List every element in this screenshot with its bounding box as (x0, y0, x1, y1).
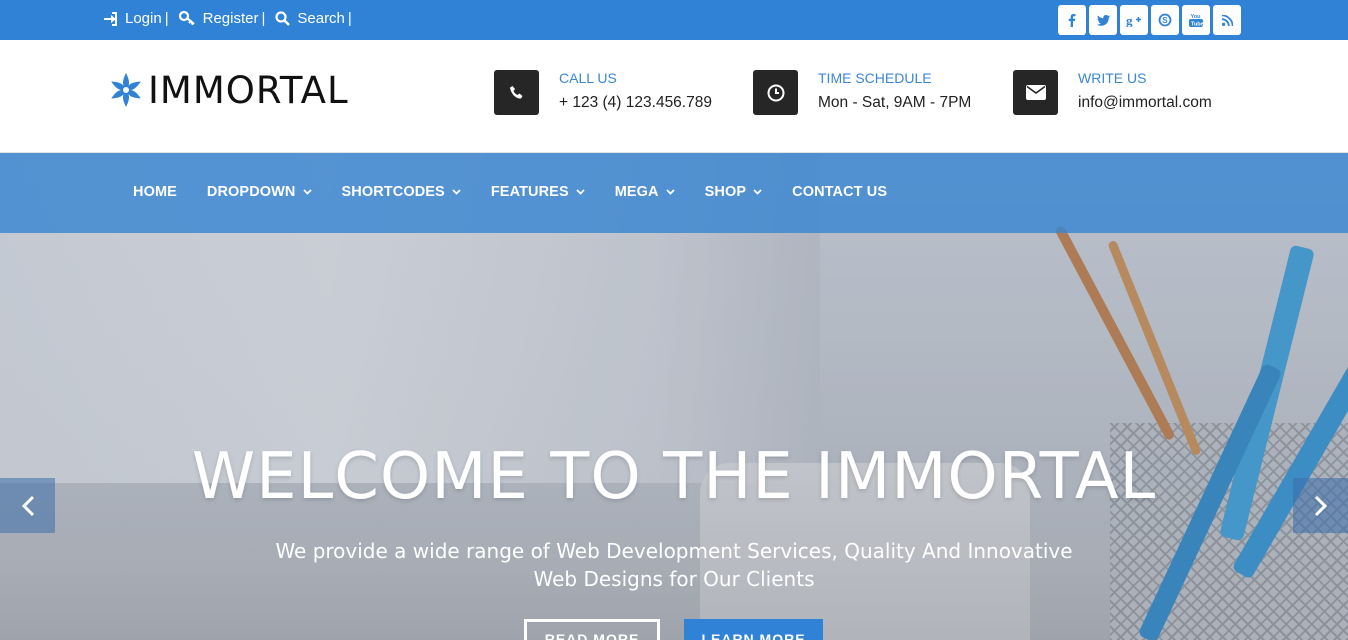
svg-text:Tube: Tube (1191, 21, 1203, 27)
nav-mega[interactable]: MEGA (615, 184, 675, 200)
twitter-icon (1096, 14, 1110, 26)
phone-number[interactable]: + 123 (4) 123.456.789 (559, 94, 712, 112)
read-more-button[interactable]: READ MORE (524, 619, 660, 640)
register-label: Register (202, 10, 259, 27)
nav-dropdown-label: DROPDOWN (206, 184, 296, 200)
chevron-down-icon (576, 189, 585, 195)
nav-contact-us[interactable]: CONTACT US (792, 184, 887, 200)
nav-shop-label: SHOP (704, 184, 747, 200)
chevron-down-icon (452, 189, 461, 195)
chevron-down-icon (302, 189, 312, 195)
slider-prev-button[interactable] (0, 478, 55, 533)
schedule-value: Mon - Sat, 9AM - 7PM (818, 94, 972, 111)
nav-shortcodes-label: SHORTCODES (341, 184, 445, 200)
search-link[interactable]: Search | (275, 10, 352, 27)
time-schedule-label: TIME SCHEDULE (818, 70, 932, 86)
separator: | (164, 10, 169, 27)
google-plus-button[interactable]: g (1120, 5, 1148, 35)
svg-text:S: S (1162, 16, 1168, 25)
sign-in-icon (104, 11, 117, 26)
star-flower-icon (111, 73, 141, 107)
main-nav: HOME DROPDOWN SHORTCODES FEATURES MEGA S… (133, 184, 917, 200)
phone-icon (509, 85, 522, 99)
social-links: g S You Tube (1058, 5, 1244, 35)
top-bar: Login | Register | Search | g S You Tube (0, 0, 1348, 40)
separator: | (261, 10, 266, 27)
email-address[interactable]: info@immortal.com (1078, 94, 1212, 112)
chevron-down-icon (665, 189, 675, 195)
svg-text:g: g (1126, 14, 1133, 27)
youtube-button[interactable]: You Tube (1182, 5, 1210, 35)
hero-title: WELCOME TO THE IMMORTAL (191, 440, 1157, 514)
chevron-left-icon (21, 495, 34, 516)
learn-more-button[interactable]: LEARN MORE (684, 619, 823, 640)
site-header: IMMORTAL CALL US + 123 (4) 123.456.789 T… (0, 40, 1348, 153)
login-link[interactable]: Login | (103, 10, 169, 27)
envelope-icon (1025, 85, 1046, 100)
search-label: Search (297, 10, 345, 27)
main-navbar: HOME DROPDOWN SHORTCODES FEATURES MEGA S… (0, 153, 1348, 233)
nav-home-label: HOME (133, 184, 177, 200)
clock-icon-box (753, 70, 798, 115)
chevron-right-icon (1314, 495, 1327, 516)
nav-contact-us-label: CONTACT US (792, 184, 888, 200)
chevron-down-icon (753, 189, 762, 195)
write-us-label: WRITE US (1078, 70, 1147, 86)
call-us-block: CALL US + 123 (4) 123.456.789 (494, 70, 712, 115)
slider-next-button[interactable] (1293, 478, 1348, 533)
logo[interactable]: IMMORTAL (106, 70, 349, 110)
svg-text:You: You (1191, 14, 1201, 20)
nav-features[interactable]: FEATURES (491, 184, 585, 200)
time-schedule-block: TIME SCHEDULE Mon - Sat, 9AM - 7PM (753, 70, 971, 115)
nav-features-label: FEATURES (490, 184, 569, 200)
logo-text: IMMORTAL (148, 68, 349, 112)
hero-slider: HOME DROPDOWN SHORTCODES FEATURES MEGA S… (0, 153, 1348, 640)
login-label: Login (125, 10, 162, 27)
rss-icon (1221, 14, 1233, 26)
register-link[interactable]: Register | (178, 10, 266, 27)
rss-button[interactable] (1213, 5, 1241, 35)
nav-shortcodes[interactable]: SHORTCODES (342, 184, 461, 200)
call-us-label: CALL US (559, 70, 617, 86)
skype-button[interactable]: S (1151, 5, 1179, 35)
hero-subtitle: We provide a wide range of Web Developme… (275, 539, 1073, 591)
facebook-button[interactable] (1058, 5, 1086, 35)
clock-icon (767, 84, 784, 101)
nav-dropdown[interactable]: DROPDOWN (207, 184, 312, 200)
skype-icon: S (1158, 13, 1172, 27)
write-us-block: WRITE US info@immortal.com (1013, 70, 1212, 115)
youtube-icon: YouTube (1189, 14, 1203, 27)
nav-shop[interactable]: SHOP (705, 184, 763, 200)
nav-home[interactable]: HOME (133, 184, 177, 200)
twitter-button[interactable] (1089, 5, 1117, 35)
nav-mega-label: MEGA (614, 184, 659, 200)
envelope-icon-box (1013, 70, 1058, 115)
separator: | (347, 10, 352, 27)
search-icon (275, 11, 291, 26)
phone-icon-box (494, 70, 539, 115)
facebook-icon (1068, 13, 1076, 27)
key-icon (178, 11, 195, 26)
google-plus-icon: g (1126, 14, 1141, 27)
top-links: Login | Register | Search | (103, 10, 358, 27)
